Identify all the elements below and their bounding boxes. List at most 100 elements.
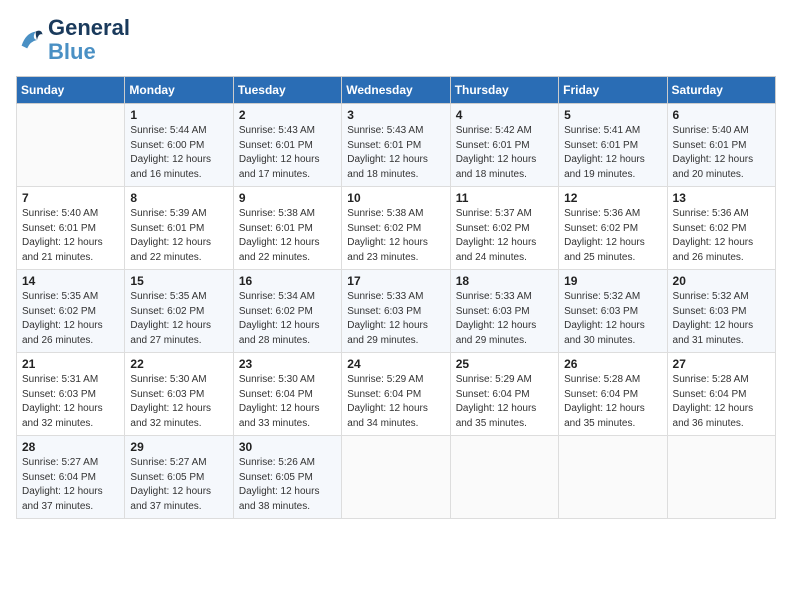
day-number: 10 bbox=[347, 191, 444, 205]
header-row: SundayMondayTuesdayWednesdayThursdayFrid… bbox=[17, 77, 776, 104]
day-info: Sunrise: 5:36 AM Sunset: 6:02 PM Dayligh… bbox=[564, 207, 661, 265]
day-info: Sunrise: 5:31 AM Sunset: 6:03 PM Dayligh… bbox=[22, 373, 119, 431]
calendar-cell: 23 Sunrise: 5:30 AM Sunset: 6:04 PM Dayl… bbox=[233, 353, 341, 436]
day-number: 30 bbox=[239, 440, 336, 454]
day-number: 28 bbox=[22, 440, 119, 454]
day-number: 6 bbox=[673, 108, 770, 122]
calendar-cell: 3 Sunrise: 5:43 AM Sunset: 6:01 PM Dayli… bbox=[342, 104, 450, 187]
day-info: Sunrise: 5:29 AM Sunset: 6:04 PM Dayligh… bbox=[347, 373, 444, 431]
calendar-cell bbox=[450, 436, 558, 519]
day-info: Sunrise: 5:36 AM Sunset: 6:02 PM Dayligh… bbox=[673, 207, 770, 265]
day-info: Sunrise: 5:30 AM Sunset: 6:03 PM Dayligh… bbox=[130, 373, 227, 431]
column-header-wednesday: Wednesday bbox=[342, 77, 450, 104]
column-header-sunday: Sunday bbox=[17, 77, 125, 104]
day-number: 25 bbox=[456, 357, 553, 371]
day-number: 15 bbox=[130, 274, 227, 288]
day-info: Sunrise: 5:30 AM Sunset: 6:04 PM Dayligh… bbox=[239, 373, 336, 431]
column-header-thursday: Thursday bbox=[450, 77, 558, 104]
day-number: 26 bbox=[564, 357, 661, 371]
calendar-cell: 13 Sunrise: 5:36 AM Sunset: 6:02 PM Dayl… bbox=[667, 187, 775, 270]
day-info: Sunrise: 5:32 AM Sunset: 6:03 PM Dayligh… bbox=[564, 290, 661, 348]
calendar-cell: 27 Sunrise: 5:28 AM Sunset: 6:04 PM Dayl… bbox=[667, 353, 775, 436]
day-info: Sunrise: 5:37 AM Sunset: 6:02 PM Dayligh… bbox=[456, 207, 553, 265]
day-number: 7 bbox=[22, 191, 119, 205]
day-info: Sunrise: 5:38 AM Sunset: 6:02 PM Dayligh… bbox=[347, 207, 444, 265]
calendar-cell: 12 Sunrise: 5:36 AM Sunset: 6:02 PM Dayl… bbox=[559, 187, 667, 270]
day-info: Sunrise: 5:44 AM Sunset: 6:00 PM Dayligh… bbox=[130, 124, 227, 182]
day-info: Sunrise: 5:33 AM Sunset: 6:03 PM Dayligh… bbox=[456, 290, 553, 348]
day-info: Sunrise: 5:35 AM Sunset: 6:02 PM Dayligh… bbox=[22, 290, 119, 348]
day-number: 11 bbox=[456, 191, 553, 205]
week-row-2: 7 Sunrise: 5:40 AM Sunset: 6:01 PM Dayli… bbox=[17, 187, 776, 270]
day-info: Sunrise: 5:28 AM Sunset: 6:04 PM Dayligh… bbox=[673, 373, 770, 431]
day-number: 12 bbox=[564, 191, 661, 205]
day-info: Sunrise: 5:43 AM Sunset: 6:01 PM Dayligh… bbox=[239, 124, 336, 182]
calendar-cell: 29 Sunrise: 5:27 AM Sunset: 6:05 PM Dayl… bbox=[125, 436, 233, 519]
day-info: Sunrise: 5:40 AM Sunset: 6:01 PM Dayligh… bbox=[22, 207, 119, 265]
day-number: 3 bbox=[347, 108, 444, 122]
day-number: 14 bbox=[22, 274, 119, 288]
day-info: Sunrise: 5:27 AM Sunset: 6:05 PM Dayligh… bbox=[130, 456, 227, 514]
calendar-cell: 10 Sunrise: 5:38 AM Sunset: 6:02 PM Dayl… bbox=[342, 187, 450, 270]
page-header: GeneralBlue bbox=[16, 16, 776, 64]
day-info: Sunrise: 5:34 AM Sunset: 6:02 PM Dayligh… bbox=[239, 290, 336, 348]
calendar-cell: 17 Sunrise: 5:33 AM Sunset: 6:03 PM Dayl… bbox=[342, 270, 450, 353]
week-row-4: 21 Sunrise: 5:31 AM Sunset: 6:03 PM Dayl… bbox=[17, 353, 776, 436]
week-row-1: 1 Sunrise: 5:44 AM Sunset: 6:00 PM Dayli… bbox=[17, 104, 776, 187]
day-number: 5 bbox=[564, 108, 661, 122]
day-info: Sunrise: 5:40 AM Sunset: 6:01 PM Dayligh… bbox=[673, 124, 770, 182]
calendar-cell: 1 Sunrise: 5:44 AM Sunset: 6:00 PM Dayli… bbox=[125, 104, 233, 187]
calendar-cell: 7 Sunrise: 5:40 AM Sunset: 6:01 PM Dayli… bbox=[17, 187, 125, 270]
day-info: Sunrise: 5:26 AM Sunset: 6:05 PM Dayligh… bbox=[239, 456, 336, 514]
day-info: Sunrise: 5:29 AM Sunset: 6:04 PM Dayligh… bbox=[456, 373, 553, 431]
column-header-tuesday: Tuesday bbox=[233, 77, 341, 104]
calendar-cell: 26 Sunrise: 5:28 AM Sunset: 6:04 PM Dayl… bbox=[559, 353, 667, 436]
day-info: Sunrise: 5:38 AM Sunset: 6:01 PM Dayligh… bbox=[239, 207, 336, 265]
day-number: 2 bbox=[239, 108, 336, 122]
column-header-saturday: Saturday bbox=[667, 77, 775, 104]
calendar-cell: 25 Sunrise: 5:29 AM Sunset: 6:04 PM Dayl… bbox=[450, 353, 558, 436]
day-number: 21 bbox=[22, 357, 119, 371]
day-info: Sunrise: 5:32 AM Sunset: 6:03 PM Dayligh… bbox=[673, 290, 770, 348]
calendar-cell bbox=[342, 436, 450, 519]
calendar-cell: 16 Sunrise: 5:34 AM Sunset: 6:02 PM Dayl… bbox=[233, 270, 341, 353]
day-number: 4 bbox=[456, 108, 553, 122]
day-number: 24 bbox=[347, 357, 444, 371]
day-number: 16 bbox=[239, 274, 336, 288]
day-number: 1 bbox=[130, 108, 227, 122]
calendar-table: SundayMondayTuesdayWednesdayThursdayFrid… bbox=[16, 76, 776, 519]
day-number: 8 bbox=[130, 191, 227, 205]
calendar-cell: 24 Sunrise: 5:29 AM Sunset: 6:04 PM Dayl… bbox=[342, 353, 450, 436]
calendar-cell: 9 Sunrise: 5:38 AM Sunset: 6:01 PM Dayli… bbox=[233, 187, 341, 270]
calendar-cell: 5 Sunrise: 5:41 AM Sunset: 6:01 PM Dayli… bbox=[559, 104, 667, 187]
calendar-cell: 4 Sunrise: 5:42 AM Sunset: 6:01 PM Dayli… bbox=[450, 104, 558, 187]
day-number: 22 bbox=[130, 357, 227, 371]
calendar-cell bbox=[559, 436, 667, 519]
calendar-cell: 8 Sunrise: 5:39 AM Sunset: 6:01 PM Dayli… bbox=[125, 187, 233, 270]
week-row-5: 28 Sunrise: 5:27 AM Sunset: 6:04 PM Dayl… bbox=[17, 436, 776, 519]
calendar-cell: 21 Sunrise: 5:31 AM Sunset: 6:03 PM Dayl… bbox=[17, 353, 125, 436]
calendar-cell: 15 Sunrise: 5:35 AM Sunset: 6:02 PM Dayl… bbox=[125, 270, 233, 353]
calendar-cell: 30 Sunrise: 5:26 AM Sunset: 6:05 PM Dayl… bbox=[233, 436, 341, 519]
week-row-3: 14 Sunrise: 5:35 AM Sunset: 6:02 PM Dayl… bbox=[17, 270, 776, 353]
day-number: 17 bbox=[347, 274, 444, 288]
column-header-monday: Monday bbox=[125, 77, 233, 104]
calendar-header: SundayMondayTuesdayWednesdayThursdayFrid… bbox=[17, 77, 776, 104]
day-info: Sunrise: 5:43 AM Sunset: 6:01 PM Dayligh… bbox=[347, 124, 444, 182]
calendar-cell: 11 Sunrise: 5:37 AM Sunset: 6:02 PM Dayl… bbox=[450, 187, 558, 270]
day-number: 19 bbox=[564, 274, 661, 288]
calendar-cell: 22 Sunrise: 5:30 AM Sunset: 6:03 PM Dayl… bbox=[125, 353, 233, 436]
calendar-cell bbox=[17, 104, 125, 187]
day-info: Sunrise: 5:35 AM Sunset: 6:02 PM Dayligh… bbox=[130, 290, 227, 348]
column-header-friday: Friday bbox=[559, 77, 667, 104]
day-number: 9 bbox=[239, 191, 336, 205]
day-number: 23 bbox=[239, 357, 336, 371]
calendar-body: 1 Sunrise: 5:44 AM Sunset: 6:00 PM Dayli… bbox=[17, 104, 776, 519]
day-info: Sunrise: 5:42 AM Sunset: 6:01 PM Dayligh… bbox=[456, 124, 553, 182]
calendar-cell: 28 Sunrise: 5:27 AM Sunset: 6:04 PM Dayl… bbox=[17, 436, 125, 519]
calendar-cell: 20 Sunrise: 5:32 AM Sunset: 6:03 PM Dayl… bbox=[667, 270, 775, 353]
calendar-cell: 14 Sunrise: 5:35 AM Sunset: 6:02 PM Dayl… bbox=[17, 270, 125, 353]
day-info: Sunrise: 5:28 AM Sunset: 6:04 PM Dayligh… bbox=[564, 373, 661, 431]
calendar-cell: 19 Sunrise: 5:32 AM Sunset: 6:03 PM Dayl… bbox=[559, 270, 667, 353]
calendar-cell: 6 Sunrise: 5:40 AM Sunset: 6:01 PM Dayli… bbox=[667, 104, 775, 187]
